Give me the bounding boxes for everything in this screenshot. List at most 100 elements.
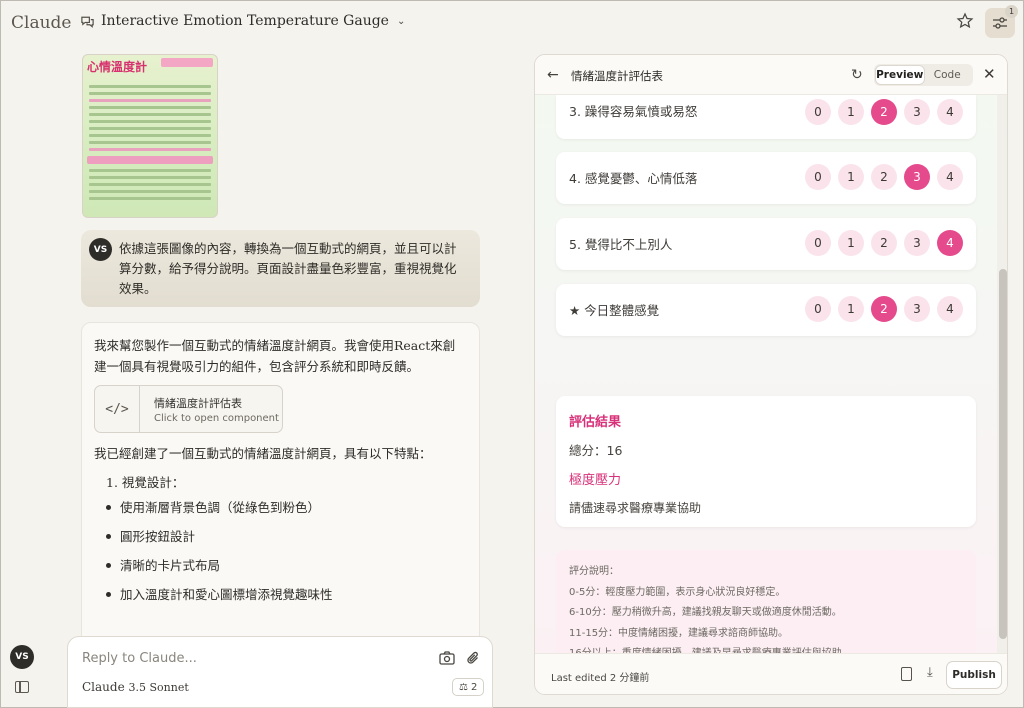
question-label: 5. 覺得比不上別人 bbox=[569, 237, 673, 252]
last-edited: Last edited 2 分鐘前 bbox=[551, 673, 650, 684]
thumbnail-line bbox=[89, 106, 211, 109]
artifact-title: 情緒溫度計評估表 bbox=[571, 69, 663, 83]
list-item: 清晰的卡片式布局 bbox=[106, 551, 467, 580]
conversation-title: Interactive Emotion Temperature Gauge bbox=[101, 13, 389, 29]
claude-logo[interactable]: Claude bbox=[11, 13, 71, 33]
thumbnail-line bbox=[89, 120, 211, 123]
notification-badge: 1 bbox=[1005, 5, 1018, 18]
reply-composer[interactable]: Reply to Claude... Claude 3.5 Sonnet ⚖ 2 bbox=[67, 636, 493, 708]
result-heading: 評估結果 bbox=[569, 415, 622, 430]
notes-line: 6-10分：壓力稍微升高，建議找親友聊天或做適度休閒活動。 bbox=[569, 607, 842, 618]
uploaded-image-thumbnail[interactable]: 心情溫度計 bbox=[82, 54, 218, 218]
rating-option[interactable]: 4 bbox=[937, 99, 963, 125]
list-item: 加入溫度計和愛心圖標增添視覺趣味性 bbox=[106, 580, 467, 609]
rating-options: 01234 bbox=[805, 296, 963, 322]
top-bar: Claude Interactive Emotion Temperature G… bbox=[0, 0, 1024, 46]
thumbnail-line bbox=[89, 190, 211, 193]
model-selector[interactable]: Claude 3.5 Sonnet bbox=[82, 680, 189, 694]
notes-heading: 評分說明： bbox=[569, 566, 619, 577]
thumbnail-line bbox=[89, 113, 211, 116]
paperclip-icon[interactable] bbox=[466, 650, 480, 666]
download-icon[interactable]: ⤓ bbox=[927, 665, 933, 680]
close-icon[interactable]: ✕ bbox=[983, 65, 996, 83]
view-toggle[interactable]: Preview Code bbox=[874, 64, 973, 86]
rating-option[interactable]: 3 bbox=[904, 99, 930, 125]
flask-icon: ⚖ bbox=[459, 681, 468, 693]
tab-preview[interactable]: Preview bbox=[876, 66, 924, 84]
rating-option[interactable]: 3 bbox=[904, 230, 930, 256]
rating-option[interactable]: 3 bbox=[904, 164, 930, 190]
settings-sliders-button[interactable]: 1 bbox=[985, 5, 1018, 38]
scoring-notes: 評分說明： 0-5分：輕度壓力範圍，表示身心狀況良好穩定。 6-10分：壓力稍微… bbox=[556, 550, 976, 653]
thumbnail-line bbox=[89, 197, 211, 200]
question-label: 3. 躁得容易氣憤或易怒 bbox=[569, 104, 698, 119]
rating-options: 01234 bbox=[805, 99, 963, 125]
rating-option[interactable]: 0 bbox=[805, 164, 831, 190]
model-name: Claude bbox=[82, 680, 125, 694]
open-artifact-button[interactable]: </> 情緒溫度計評估表 Click to open component bbox=[94, 385, 283, 433]
rating-option[interactable]: 2 bbox=[871, 296, 897, 322]
thumbnail-line bbox=[89, 92, 211, 95]
notes-line: 16分以上：重度情緒困擾，建議及早尋求醫療專業評估與協助。 bbox=[569, 644, 963, 653]
thumbnail-band bbox=[87, 156, 213, 164]
question-card: 3. 躁得容易氣憤或易怒 01234 bbox=[556, 95, 976, 139]
rating-option[interactable]: 1 bbox=[838, 230, 864, 256]
thumbnail-line bbox=[89, 134, 211, 137]
question-label: 4. 感覺憂鬱、心情低落 bbox=[569, 171, 698, 186]
code-icon: </> bbox=[95, 386, 140, 432]
assistant-intro: 我來幫您製作一個互動式的情緒溫度計網頁。我會使用React來創建一個具有視覺吸引… bbox=[94, 338, 456, 374]
refresh-icon[interactable]: ↻ bbox=[851, 67, 863, 83]
thumbnail-tag bbox=[161, 58, 213, 67]
notes-line: 0-5分：輕度壓力範圍，表示身心狀況良好穩定。 bbox=[569, 586, 786, 598]
notes-line: 11-15分：中度情緒困擾，建議尋求諮商師協助。 bbox=[569, 627, 789, 639]
rating-option[interactable]: 1 bbox=[838, 296, 864, 322]
rating-option[interactable]: 0 bbox=[805, 230, 831, 256]
artifact-subtitle: Click to open component bbox=[154, 412, 279, 424]
list-item: 圓形按鈕設計 bbox=[106, 522, 467, 551]
camera-icon[interactable] bbox=[439, 651, 455, 665]
star-icon[interactable] bbox=[956, 12, 974, 30]
user-message-avatar: VS bbox=[89, 238, 112, 261]
user-avatar[interactable]: VS bbox=[10, 645, 34, 669]
rating-option[interactable]: 4 bbox=[937, 230, 963, 256]
assistant-summary: 我已經創建了一個互動式的情緒溫度計網頁，具有以下特點： bbox=[94, 446, 432, 461]
attachments-count-button[interactable]: ⚖ 2 bbox=[452, 678, 485, 696]
copy-icon[interactable] bbox=[901, 667, 912, 681]
scrollbar-thumb[interactable] bbox=[999, 269, 1007, 639]
rating-option[interactable]: 1 bbox=[838, 164, 864, 190]
tab-code[interactable]: Code bbox=[924, 66, 972, 84]
conversation-title-button[interactable]: Interactive Emotion Temperature Gauge ⌄ bbox=[80, 13, 405, 29]
rating-option[interactable]: 0 bbox=[805, 296, 831, 322]
artifact-panel: ← 情緒溫度計評估表 ↻ Preview Code ✕ 3. 躁得容易氣憤或易怒… bbox=[534, 54, 1008, 695]
sidebar-toggle-icon[interactable] bbox=[15, 681, 29, 693]
artifact-panel-header: ← 情緒溫度計評估表 ↻ Preview Code ✕ bbox=[535, 55, 1007, 95]
publish-button[interactable]: Publish bbox=[946, 661, 1002, 689]
rating-option[interactable]: 0 bbox=[805, 99, 831, 125]
reply-input[interactable]: Reply to Claude... bbox=[82, 651, 197, 666]
rating-option[interactable]: 2 bbox=[871, 230, 897, 256]
attachments-count: 2 bbox=[470, 681, 478, 693]
rating-option[interactable]: 2 bbox=[871, 99, 897, 125]
rating-option[interactable]: 2 bbox=[871, 164, 897, 190]
user-message: VS 依據這張圖像的內容，轉換為一個互動式的網頁，並且可以計算分數，給予得分說明… bbox=[81, 230, 480, 307]
back-arrow-icon[interactable]: ← bbox=[547, 67, 559, 83]
thumbnail-line bbox=[89, 99, 211, 102]
thumbnail-title: 心情溫度計 bbox=[87, 60, 148, 74]
thumbnail-line bbox=[89, 141, 211, 144]
thumbnail-line bbox=[89, 85, 211, 88]
result-advice: 請儘速尋求醫療專業協助 bbox=[569, 501, 702, 515]
artifact-name: 情緒溫度計評估表 bbox=[154, 396, 242, 410]
rating-options: 01234 bbox=[805, 230, 963, 256]
question-label: ★ 今日整體感覺 bbox=[569, 303, 660, 318]
rating-option[interactable]: 4 bbox=[937, 296, 963, 322]
question-card: 4. 感覺憂鬱、心情低落 01234 bbox=[556, 152, 976, 204]
rating-option[interactable]: 4 bbox=[937, 164, 963, 190]
user-message-text: 依據這張圖像的內容，轉換為一個互動式的網頁，並且可以計算分數，給予得分說明。頁面… bbox=[119, 241, 457, 296]
artifact-preview: 3. 躁得容易氣憤或易怒 01234 4. 感覺憂鬱、心情低落 01234 5.… bbox=[535, 95, 997, 653]
feature-list: 使用漸層背景色調（從綠色到粉色） 圓形按鈕設計 清晰的卡片式布局 加入溫度計和愛… bbox=[106, 493, 467, 609]
list-item: 使用漸層背景色調（從綠色到粉色） bbox=[106, 493, 467, 522]
stress-level: 極度壓力 bbox=[569, 473, 622, 488]
rating-option[interactable]: 1 bbox=[838, 99, 864, 125]
thumbnail-line bbox=[89, 176, 211, 179]
rating-option[interactable]: 3 bbox=[904, 296, 930, 322]
